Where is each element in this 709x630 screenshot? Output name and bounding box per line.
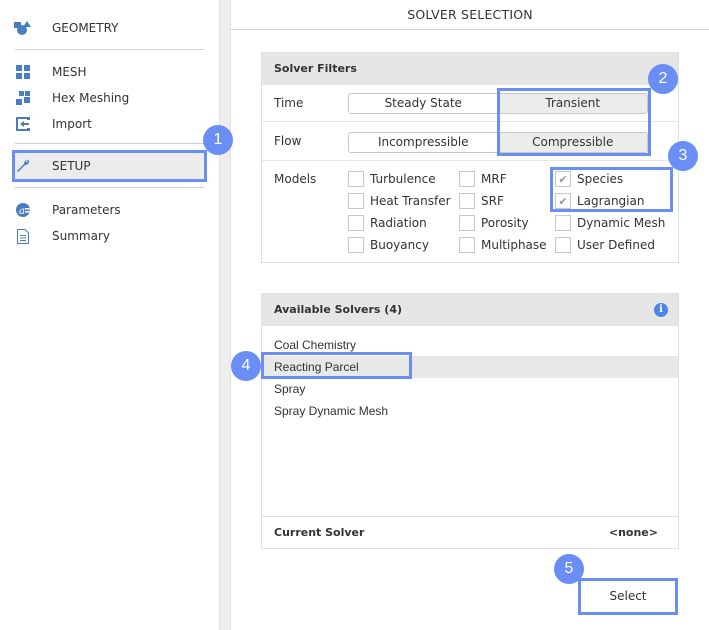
select-button[interactable]: Select [579,579,677,614]
multiphase-checkbox[interactable]: Multiphase [459,236,547,254]
sidebar-item-mesh[interactable]: MESH [14,59,87,85]
mesh-grid-icon [14,63,32,81]
sidebar-scrollbar[interactable] [219,0,231,630]
geometry-shapes-icon [14,19,32,37]
document-icon [14,227,32,245]
checkbox-box[interactable] [459,193,475,209]
checkbox-box[interactable] [555,215,571,231]
sidebar-item-label: MESH [52,65,87,79]
radiation-checkbox[interactable]: Radiation [348,214,427,232]
solver-item-spray[interactable]: Spray [262,378,678,400]
checkbox-box[interactable] [348,215,364,231]
flow-filter-row: Flow Incompressible Compressible [262,123,678,161]
checkbox-label: Species [577,172,624,186]
sidebar-item-label: SETUP [52,159,91,173]
dynamic-mesh-checkbox[interactable]: Dynamic Mesh [555,214,665,232]
compressible-option[interactable]: Compressible [497,133,647,152]
checkbox-label: Turbulence [370,172,436,186]
checkmark-icon[interactable]: ✔ [555,171,571,187]
page-title: SOLVER SELECTION [231,0,709,30]
info-icon[interactable]: i [654,303,668,317]
sidebar-item-label: Import [52,117,92,131]
checkbox-label: SRF [481,194,504,208]
annotation-badge-5: 5 [554,554,584,584]
sidebar-item-label: Summary [52,229,110,243]
available-solvers-panel: Available Solvers (4) i Coal Chemistry R… [261,293,679,549]
sidebar-divider [15,143,204,144]
checkbox-label: MRF [481,172,507,186]
turbulence-checkbox[interactable]: Turbulence [348,170,436,188]
porosity-checkbox[interactable]: Porosity [459,214,529,232]
sidebar-item-label: GEOMETRY [52,21,119,35]
transient-option[interactable]: Transient [497,94,647,113]
time-filter-row: Time Steady State Transient [262,85,678,122]
steady-state-option[interactable]: Steady State [349,94,498,113]
time-label: Time [274,96,304,110]
checkbox-label: User Defined [577,238,655,252]
sidebar-item-setup[interactable]: SETUP [14,151,205,181]
annotation-badge-2: 2 [648,64,678,94]
main-panel: SOLVER SELECTION Solver Filters Time Ste… [231,0,709,630]
sidebar-item-import[interactable]: Import [14,111,92,137]
sidebar-divider [15,187,204,188]
solver-list: Coal Chemistry Reacting Parcel Spray Spr… [262,334,678,422]
sidebar-divider [15,49,204,50]
sidebar-item-label: Parameters [52,203,121,217]
checkbox-label: Heat Transfer [370,194,451,208]
checkbox-box[interactable] [459,237,475,253]
srf-checkbox[interactable]: SRF [459,192,504,210]
checkbox-box[interactable] [459,215,475,231]
checkbox-box[interactable] [555,237,571,253]
import-icon [14,115,32,133]
annotation-badge-3: 3 [668,141,698,171]
sidebar-item-parameters[interactable]: a Parameters [14,197,121,223]
solver-filters-panel: Solver Filters Time Steady State Transie… [261,52,679,263]
solver-item-coal-chemistry[interactable]: Coal Chemistry [262,334,678,356]
checkbox-label: Radiation [370,216,427,230]
checkbox-label: Porosity [481,216,529,230]
hex-mesh-icon [14,89,32,107]
available-solvers-header: Available Solvers (4) i [262,294,678,326]
annotation-badge-1: 1 [203,125,233,155]
checkbox-label: Multiphase [481,238,547,252]
time-toggle: Steady State Transient [348,93,648,114]
current-solver-value: <none> [608,526,658,539]
incompressible-option[interactable]: Incompressible [349,133,498,152]
models-label: Models [274,172,317,186]
checkbox-box[interactable] [348,237,364,253]
flow-label: Flow [274,134,302,148]
heat-transfer-checkbox[interactable]: Heat Transfer [348,192,451,210]
flow-toggle: Incompressible Compressible [348,132,648,153]
checkbox-label: Lagrangian [577,194,645,208]
checkbox-box[interactable] [459,171,475,187]
solver-item-reacting-parcel[interactable]: Reacting Parcel [262,356,678,378]
checkmark-icon[interactable]: ✔ [555,193,571,209]
checkbox-box[interactable] [348,171,364,187]
sidebar-item-label: Hex Meshing [52,91,130,105]
solver-item-spray-dynamic-mesh[interactable]: Spray Dynamic Mesh [262,400,678,422]
svg-text:a: a [19,206,25,217]
current-solver-label: Current Solver [274,526,365,539]
mrf-checkbox[interactable]: MRF [459,170,507,188]
sidebar-item-summary[interactable]: Summary [14,223,110,249]
species-checkbox[interactable]: ✔ Species [555,170,623,188]
wrench-icon [14,157,32,175]
sidebar: GEOMETRY MESH Hex Meshing Import SETUP a… [0,0,219,630]
parameters-icon: a [14,201,32,219]
user-defined-checkbox[interactable]: User Defined [555,236,655,254]
available-solvers-title: Available Solvers (4) [274,303,403,316]
annotation-badge-4: 4 [231,351,261,381]
lagrangian-checkbox[interactable]: ✔ Lagrangian [555,192,644,210]
sidebar-item-hex-meshing[interactable]: Hex Meshing [14,85,129,111]
checkbox-label: Dynamic Mesh [577,216,666,230]
current-solver-row: Current Solver <none> [262,516,678,548]
sidebar-item-geometry[interactable]: GEOMETRY [14,15,119,41]
buoyancy-checkbox[interactable]: Buoyancy [348,236,429,254]
solver-filters-header: Solver Filters [262,53,678,85]
checkbox-box[interactable] [348,193,364,209]
checkbox-label: Buoyancy [370,238,429,252]
